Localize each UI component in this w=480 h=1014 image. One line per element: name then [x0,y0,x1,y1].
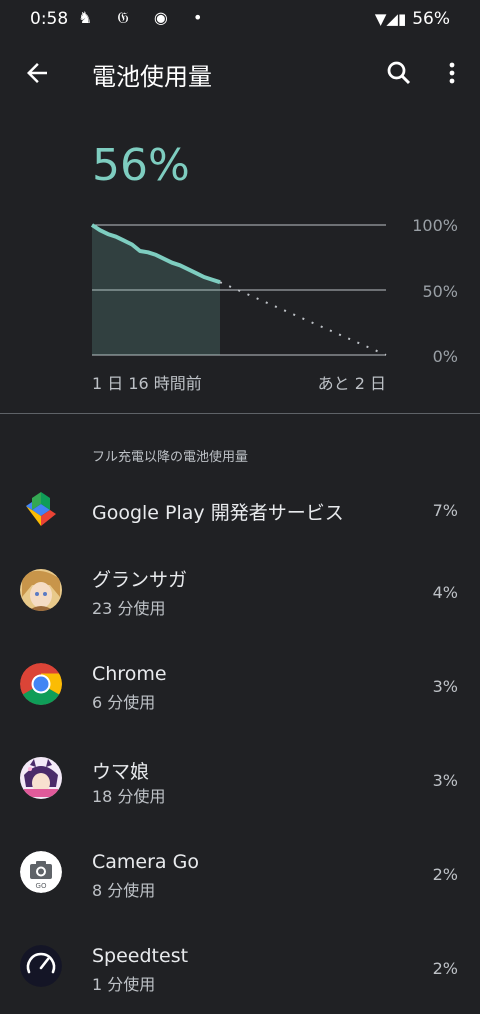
signal-icons: ▼◢▮ [374,10,407,28]
app-row-google-play-services[interactable]: Google Play 開発者サービス 7% [0,478,480,548]
app-name: Google Play 開発者サービス [92,502,344,524]
app-percent: 2% [432,865,458,884]
chrome-icon [20,663,62,705]
app-name: ウマ娘 [92,761,150,783]
usage-area [92,225,220,355]
section-title: フル充電以降の電池使用量 [92,450,249,465]
battery-percent-status: 56% [412,9,450,29]
speedtest-icon [20,945,62,987]
app-row-gran-saga[interactable]: グランサガ 23 分使用 4% [0,557,480,627]
app-percent: 7% [432,501,458,520]
app-percent: 2% [432,959,458,978]
search-icon[interactable] [384,58,414,88]
uma-musume-icon [20,757,62,799]
y-label-100: 100% [412,216,458,235]
app-row-chrome[interactable]: Chrome 6 分使用 3% [0,651,480,721]
app-name: Chrome [92,663,167,685]
app-percent: 3% [432,677,458,696]
google-play-services-icon [20,488,62,530]
y-label-0: 0% [432,347,458,366]
app-name: Speedtest [92,945,189,967]
projection-line [219,281,387,356]
x-label-start: 1 日 16 時間前 [92,374,202,393]
gran-saga-icon [20,569,62,611]
app-usage: 8 分使用 [92,881,156,900]
battery-percentage: 56% [92,140,190,191]
app-percent: 4% [432,583,458,602]
app-bar: 電池使用量 [0,40,480,110]
battery-chart [90,223,387,356]
more-options-icon[interactable] [440,58,464,88]
app-row-uma-musume[interactable]: ウマ娘 18 分使用 3% [0,745,480,815]
app-row-speedtest[interactable]: Speedtest 1 分使用 2% [0,933,480,1003]
app-usage: 18 分使用 [92,787,166,806]
svg-text:GO: GO [36,882,47,890]
status-time: 0:58 [30,9,69,29]
status-right: ▼◢▮ 56% [375,9,450,29]
camera-go-icon: GO [20,851,62,893]
notification-icons: ♞ 𝔊 ◉ • [78,8,213,27]
app-name: Camera Go [92,851,199,873]
status-bar: 0:58 ♞ 𝔊 ◉ • ▼◢▮ 56% [0,0,480,38]
app-percent: 3% [432,771,458,790]
app-usage: 1 分使用 [92,975,156,994]
app-row-camera-go[interactable]: GO Camera Go 8 分使用 2% [0,839,480,909]
back-arrow-icon[interactable] [22,58,52,88]
app-name: グランサガ [92,569,188,591]
page-title: 電池使用量 [92,63,212,91]
x-label-end: あと 2 日 [317,374,386,393]
app-usage: 6 分使用 [92,693,156,712]
app-usage: 23 分使用 [92,599,166,618]
y-label-50: 50% [422,282,458,301]
divider [0,413,480,414]
